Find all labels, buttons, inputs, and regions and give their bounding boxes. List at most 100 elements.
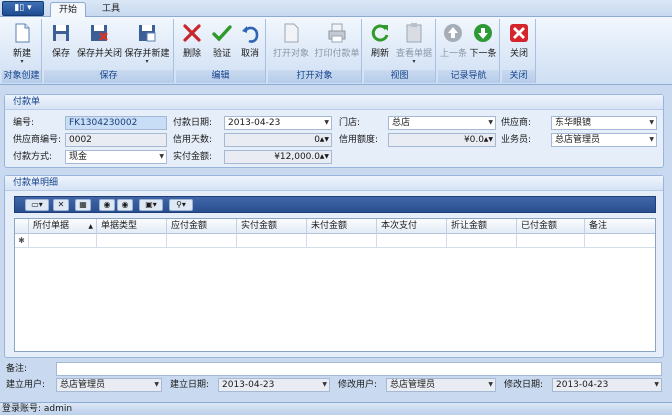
delete-button-label: 删除 bbox=[182, 49, 201, 59]
grid-cell[interactable] bbox=[377, 234, 447, 248]
grid-cell[interactable] bbox=[29, 234, 97, 248]
grid-cell[interactable] bbox=[167, 234, 237, 248]
method-select[interactable]: 现金 ▼ bbox=[65, 150, 167, 164]
grid-toolbar: ▭▾ ✕ ▦ ◉ ◉ ▣▾ ⚲▾ bbox=[14, 196, 656, 213]
actual-field[interactable]: ¥12,000.0 ▲▼ bbox=[224, 150, 332, 164]
chevron-down-icon[interactable]: ▼ bbox=[154, 379, 159, 391]
printer-icon bbox=[328, 23, 346, 43]
ribbon: 新建 ▾ 对象创建 保存 保存并关闭 保存并新建 ▾ 保存 删除 验证 取消 编… bbox=[0, 17, 672, 85]
grid-cell[interactable] bbox=[585, 234, 655, 248]
date-picker[interactable]: 2013-04-23 ▼ bbox=[224, 116, 332, 130]
chevron-down-icon[interactable]: ▼ bbox=[649, 134, 654, 146]
spinner-icon[interactable]: ▲▼ bbox=[320, 151, 329, 163]
print-payment-button[interactable]: 打印付款单 bbox=[314, 21, 360, 69]
salesman-select[interactable]: 总店管理员 ▼ bbox=[551, 133, 657, 147]
refresh-icon bbox=[371, 24, 389, 42]
new-document-icon: ▭▾ bbox=[31, 200, 43, 209]
chevron-down-icon: ▾ bbox=[145, 58, 149, 65]
grid-edit-button[interactable]: ▦ bbox=[75, 199, 91, 211]
creator-select[interactable]: 总店管理员 ▼ bbox=[56, 378, 162, 392]
undo-arrow-icon bbox=[242, 26, 259, 43]
no-field[interactable]: FK1304230002 bbox=[65, 116, 167, 130]
credit-days-field[interactable]: 0 ▲▼ bbox=[224, 133, 332, 147]
modifier-label: 修改用户: bbox=[338, 380, 378, 390]
col-remark[interactable]: 备注 bbox=[585, 219, 655, 234]
new-row[interactable]: ✱ bbox=[15, 234, 655, 248]
open-object-button[interactable]: 打开对象 bbox=[272, 21, 310, 69]
modified-date-value: 2013-04-23 bbox=[556, 380, 609, 390]
arrow-down-circle-icon: ◉ bbox=[121, 200, 129, 209]
col-paid[interactable]: 已付金额 bbox=[517, 219, 585, 234]
grid-prev-button[interactable]: ◉ bbox=[99, 199, 115, 211]
modified-date-picker[interactable]: 2013-04-23 ▼ bbox=[552, 378, 662, 392]
delete-x-icon: ✕ bbox=[57, 200, 65, 209]
grid-find-button[interactable]: ⚲▾ bbox=[169, 199, 193, 211]
print-payment-button-label: 打印付款单 bbox=[314, 49, 360, 59]
modifier-select[interactable]: 总店管理员 ▼ bbox=[386, 378, 496, 392]
grid-cell[interactable] bbox=[447, 234, 517, 248]
view-bill-button[interactable]: 查看单据 ▾ bbox=[396, 21, 432, 69]
store-value: 总店 bbox=[392, 118, 411, 128]
grid-cell[interactable] bbox=[517, 234, 585, 248]
prev-record-button[interactable]: 上一条 bbox=[440, 21, 467, 69]
delete-button[interactable]: 删除 bbox=[180, 21, 204, 69]
col-actual-paid[interactable]: 实付金额 bbox=[237, 219, 307, 234]
group-open-label: 打开对象 bbox=[268, 70, 361, 83]
spinner-icon[interactable]: ▲▼ bbox=[484, 134, 493, 146]
spinner-icon[interactable]: ▲▼ bbox=[320, 134, 329, 146]
store-select[interactable]: 总店 ▼ bbox=[388, 116, 496, 130]
cancel-button[interactable]: 取消 bbox=[238, 21, 262, 69]
col-payable[interactable]: 应付金额 bbox=[167, 219, 237, 234]
next-record-button[interactable]: 下一条 bbox=[469, 21, 497, 69]
tab-start[interactable]: 开始 bbox=[50, 2, 87, 18]
group-close-label: 关闭 bbox=[502, 70, 535, 83]
modified-date-label: 修改日期: bbox=[504, 380, 544, 390]
chevron-down-icon[interactable]: ▼ bbox=[322, 379, 327, 391]
save-button[interactable]: 保存 bbox=[48, 21, 74, 69]
close-button[interactable]: 关闭 bbox=[506, 21, 532, 69]
group-create-label: 对象创建 bbox=[2, 70, 41, 83]
new-button[interactable]: 新建 ▾ bbox=[6, 21, 38, 69]
remark-input[interactable] bbox=[56, 362, 662, 376]
grid-cell[interactable] bbox=[97, 234, 167, 248]
supplier-select[interactable]: 东华眼镜 ▼ bbox=[551, 116, 657, 130]
chevron-down-icon[interactable]: ▼ bbox=[649, 117, 654, 129]
grid-next-button[interactable]: ◉ bbox=[117, 199, 133, 211]
cancel-button-label: 取消 bbox=[240, 49, 259, 59]
chevron-down-icon[interactable]: ▼ bbox=[654, 379, 659, 391]
tab-tools[interactable]: 工具 bbox=[94, 2, 128, 18]
grid-cell[interactable] bbox=[237, 234, 307, 248]
search-icon: ⚲▾ bbox=[176, 200, 186, 209]
chevron-down-icon: ▾ bbox=[412, 58, 416, 65]
grid-print-button[interactable]: ▣▾ bbox=[139, 199, 163, 211]
refresh-button[interactable]: 刷新 bbox=[368, 21, 392, 69]
save-new-button[interactable]: 保存并新建 ▾ bbox=[124, 21, 170, 69]
credit-limit-label: 信用额度: bbox=[339, 135, 379, 145]
creator-label: 建立用户: bbox=[6, 380, 46, 390]
supplier-no-field[interactable]: 0002 bbox=[65, 133, 167, 147]
save-close-button[interactable]: 保存并关闭 bbox=[77, 21, 122, 69]
col-source-doc[interactable]: 所付单据 ▲ bbox=[29, 219, 97, 234]
clipboard-icon bbox=[406, 23, 422, 43]
salesman-value: 总店管理员 bbox=[555, 135, 601, 145]
group-nav: 上一条 下一条 记录导航 bbox=[438, 19, 500, 83]
grid-delete-button[interactable]: ✕ bbox=[53, 199, 69, 211]
col-discount[interactable]: 折让金额 bbox=[447, 219, 517, 234]
new-row-marker: ✱ bbox=[15, 234, 29, 248]
col-this-payment[interactable]: 本次支付 bbox=[377, 219, 447, 234]
verify-button[interactable]: 验证 bbox=[210, 21, 234, 69]
chevron-down-icon[interactable]: ▼ bbox=[488, 379, 493, 391]
chevron-down-icon[interactable]: ▼ bbox=[159, 151, 164, 163]
floppy-disk-new-icon bbox=[139, 25, 156, 42]
credit-limit-field[interactable]: ¥0.0 ▲▼ bbox=[388, 133, 496, 147]
sort-ascending-icon: ▲ bbox=[88, 223, 93, 230]
grid-new-button[interactable]: ▭▾ bbox=[25, 199, 49, 211]
grid-cell[interactable] bbox=[307, 234, 377, 248]
group-create: 新建 ▾ 对象创建 bbox=[2, 19, 42, 83]
application-menu-button[interactable]: ▮▯ ▾ bbox=[2, 1, 44, 16]
col-doc-type[interactable]: 单据类型 bbox=[97, 219, 167, 234]
chevron-down-icon[interactable]: ▼ bbox=[488, 117, 493, 129]
col-unpaid[interactable]: 未付金额 bbox=[307, 219, 377, 234]
created-date-picker[interactable]: 2013-04-23 ▼ bbox=[218, 378, 330, 392]
chevron-down-icon[interactable]: ▼ bbox=[324, 117, 329, 129]
